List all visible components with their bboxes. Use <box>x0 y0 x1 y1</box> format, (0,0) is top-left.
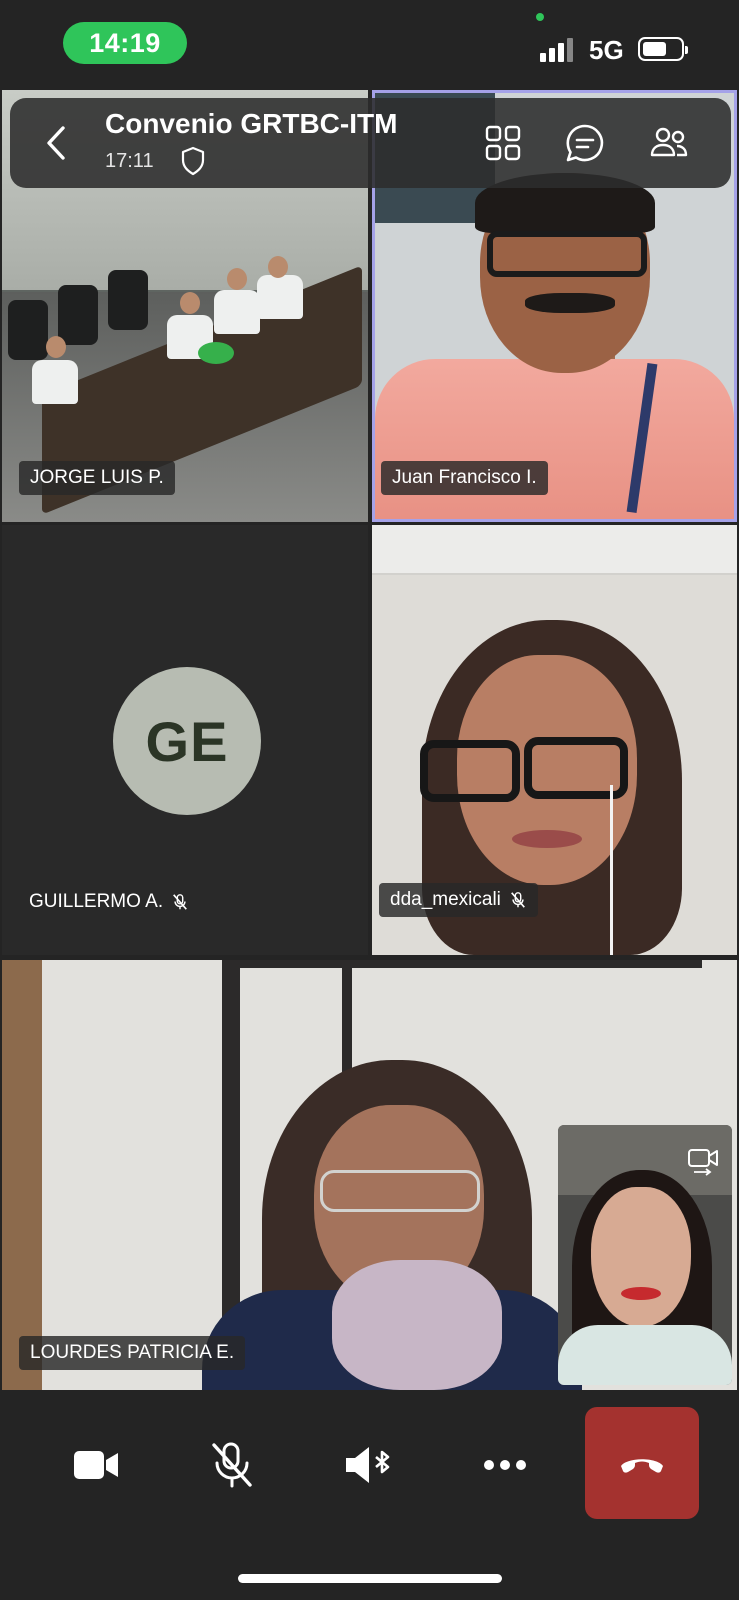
switch-camera-icon[interactable] <box>686 1145 722 1177</box>
call-controls <box>0 1395 739 1525</box>
video-tile-dda-mexicali[interactable]: dda_mexicali <box>372 525 737 955</box>
participant-scarf <box>332 1260 502 1390</box>
signal-strength-icon <box>540 38 574 62</box>
green-object <box>198 342 234 364</box>
participant-name-label: JORGE LUIS P. <box>19 461 175 495</box>
participant-name-label: dda_mexicali <box>379 883 538 917</box>
mic-off-icon <box>173 894 188 910</box>
chat-icon <box>566 124 604 162</box>
participants-button[interactable] <box>646 120 692 166</box>
status-bar: 14:19 5G <box>0 0 739 88</box>
network-type: 5G <box>589 35 624 65</box>
participant-name: Juan Francisco I. <box>392 467 537 488</box>
participant-glasses <box>420 740 520 802</box>
mic-off-icon <box>510 892 525 908</box>
end-call-button[interactable] <box>585 1407 699 1519</box>
mute-button[interactable] <box>182 1415 282 1515</box>
avatar: GE <box>113 667 261 815</box>
meeting-duration: 17:11 <box>105 150 154 172</box>
meeting-attendee-head <box>180 292 200 314</box>
more-icon <box>484 1460 526 1470</box>
camera-button[interactable] <box>46 1415 146 1515</box>
meeting-attendee-head <box>227 268 247 290</box>
chair <box>8 300 48 360</box>
grid-icon <box>485 125 521 161</box>
status-time[interactable]: 14:19 <box>63 22 187 64</box>
meeting-title: Convenio GRTBC-ITM <box>105 108 398 139</box>
self-view-clothing <box>558 1325 732 1385</box>
shield-icon[interactable] <box>180 146 206 176</box>
participant-glasses <box>320 1170 480 1212</box>
participant-name: LOURDES PATRICIA E. <box>30 1342 235 1363</box>
meeting-attendee <box>214 290 260 334</box>
mic-off-icon <box>212 1442 252 1488</box>
grid-view-button[interactable] <box>480 120 526 166</box>
chevron-left-icon[interactable] <box>44 124 68 162</box>
speaker-bluetooth-icon <box>346 1447 390 1483</box>
more-button[interactable] <box>455 1415 555 1515</box>
self-view-face <box>591 1187 691 1327</box>
chair <box>108 270 148 330</box>
camera-icon <box>74 1451 118 1479</box>
meeting-header: Convenio GRTBC-ITM 17:11 <box>10 98 731 188</box>
participant-name: dda_mexicali <box>390 889 501 910</box>
meeting-attendee-head <box>268 256 288 278</box>
chat-button[interactable] <box>562 120 608 166</box>
participant-mustache <box>525 293 615 313</box>
participant-name: JORGE LUIS P. <box>30 467 164 488</box>
participant-name-label: Juan Francisco I. <box>381 461 548 495</box>
self-view[interactable] <box>558 1125 732 1385</box>
home-indicator[interactable] <box>238 1574 502 1583</box>
participants-icon <box>650 127 688 157</box>
participant-name-label: GUILLERMO A. <box>29 885 189 919</box>
speaker-button[interactable] <box>318 1415 418 1515</box>
participant-name: GUILLERMO A. <box>29 891 164 912</box>
battery-icon <box>638 37 688 61</box>
meeting-attendee <box>257 275 303 319</box>
chair <box>58 285 98 345</box>
video-tile-guillermo[interactable]: GE GUILLERMO A. <box>2 525 368 955</box>
privacy-indicator-dot <box>536 13 544 21</box>
end-call-icon <box>621 1459 663 1473</box>
participant-name-label: LOURDES PATRICIA E. <box>19 1336 246 1370</box>
wall-panel <box>2 960 42 1390</box>
meeting-attendee <box>32 360 78 404</box>
earphone-cable <box>610 785 613 955</box>
self-view-lips <box>621 1287 661 1300</box>
participant-shirt <box>375 359 734 519</box>
participant-glasses <box>487 231 647 277</box>
participant-lips <box>512 830 582 848</box>
meeting-attendee-head <box>46 336 66 358</box>
video-ceiling <box>372 525 737 575</box>
